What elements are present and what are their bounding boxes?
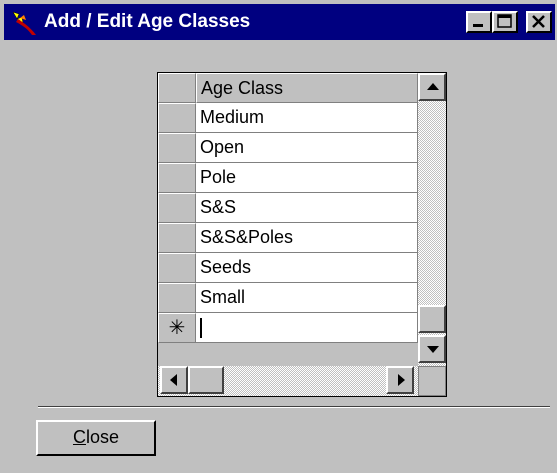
- grid-header-row: Age Class: [158, 73, 418, 103]
- row-selector[interactable]: [158, 283, 196, 313]
- app-icon[interactable]: [10, 9, 38, 37]
- age-class-cell[interactable]: Open: [196, 133, 418, 163]
- text-caret: [200, 318, 202, 339]
- table-row[interactable]: Small: [158, 283, 418, 313]
- close-icon: [532, 15, 545, 28]
- maximize-button[interactable]: [492, 11, 518, 33]
- new-record-marker[interactable]: ✳: [158, 313, 196, 343]
- age-class-cell[interactable]: Seeds: [196, 253, 418, 283]
- close-window-button[interactable]: [526, 11, 552, 33]
- horizontal-scrollbar[interactable]: [158, 366, 418, 396]
- row-selector[interactable]: [158, 193, 196, 223]
- new-record-row[interactable]: ✳: [158, 313, 418, 343]
- table-row[interactable]: Medium: [158, 103, 418, 133]
- new-age-class-input[interactable]: [196, 313, 418, 343]
- minimize-icon: [473, 24, 483, 27]
- age-class-cell[interactable]: S&S&Poles: [196, 223, 418, 253]
- scroll-down-button[interactable]: [418, 335, 446, 363]
- vertical-scrollbar[interactable]: [418, 73, 446, 366]
- table-row[interactable]: Pole: [158, 163, 418, 193]
- table-row[interactable]: Open: [158, 133, 418, 163]
- age-class-cell[interactable]: Small: [196, 283, 418, 313]
- table-row[interactable]: Seeds: [158, 253, 418, 283]
- table-row[interactable]: S&S&Poles: [158, 223, 418, 253]
- header-corner[interactable]: [158, 73, 196, 103]
- title-bar[interactable]: Add / Edit Age Classes: [4, 4, 555, 40]
- up-arrow-icon: [427, 83, 439, 90]
- table-row[interactable]: S&S: [158, 193, 418, 223]
- add-edit-age-classes-window: Add / Edit Age Classes Age Class Medium: [0, 0, 557, 473]
- close-accelerator: C: [72, 427, 86, 447]
- down-arrow-icon: [427, 346, 439, 353]
- right-arrow-icon: [398, 374, 405, 386]
- horizontal-scroll-thumb[interactable]: [188, 366, 224, 394]
- close-button[interactable]: Close: [36, 420, 156, 456]
- age-class-cell[interactable]: Medium: [196, 103, 418, 133]
- divider: [38, 406, 550, 408]
- scroll-up-button[interactable]: [418, 73, 446, 101]
- maximize-icon: [497, 14, 512, 28]
- column-header-age-class[interactable]: Age Class: [196, 73, 418, 103]
- age-class-grid[interactable]: Age Class Medium Open Pole S&S S&S&Poles…: [157, 72, 447, 397]
- vertical-scroll-thumb[interactable]: [418, 305, 446, 333]
- row-selector[interactable]: [158, 163, 196, 193]
- scrollbar-corner: [418, 366, 446, 396]
- close-label-rest: lose: [85, 427, 120, 447]
- row-selector[interactable]: [158, 223, 196, 253]
- age-class-cell[interactable]: Pole: [196, 163, 418, 193]
- row-selector[interactable]: [158, 133, 196, 163]
- row-selector[interactable]: [158, 103, 196, 133]
- window-title: Add / Edit Age Classes: [44, 11, 251, 32]
- row-selector[interactable]: [158, 253, 196, 283]
- left-arrow-icon: [170, 374, 177, 386]
- minimize-button[interactable]: [466, 11, 492, 33]
- scroll-left-button[interactable]: [160, 366, 188, 394]
- scroll-right-button[interactable]: [386, 366, 414, 394]
- age-class-cell[interactable]: S&S: [196, 193, 418, 223]
